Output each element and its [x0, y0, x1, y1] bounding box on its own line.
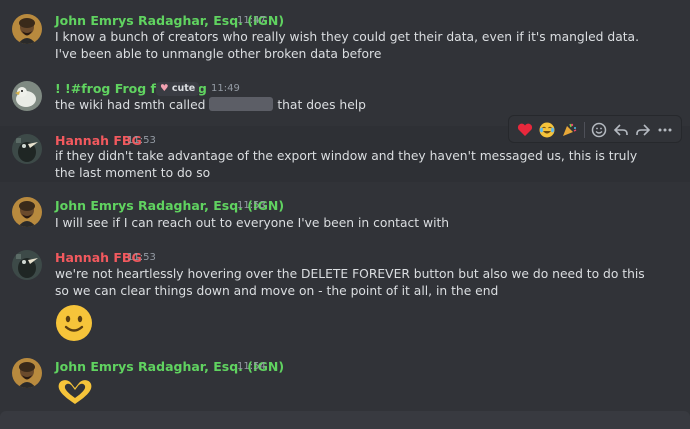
message-text: we're not heartlessly hovering over the …: [55, 267, 645, 298]
heart-hands-icon: [58, 380, 92, 404]
message-2: ! !#frog Frog fan frog ♥ cute 11:49 the …: [0, 76, 690, 120]
avatar-frog[interactable]: [12, 81, 42, 111]
reaction-heart-button[interactable]: [515, 120, 535, 140]
heart-hands-emoji[interactable]: [55, 378, 95, 406]
message-composer[interactable]: [0, 411, 690, 429]
more-icon: [658, 128, 672, 132]
timestamp: 11:54: [237, 361, 266, 372]
reaction-party-button[interactable]: [559, 120, 579, 140]
timestamp: 11:53: [127, 252, 156, 263]
message-1: John Emrys Radaghar, Esq. (IGN) 11:47 I …: [0, 4, 690, 66]
message-text: I know a bunch of creators who really wi…: [55, 30, 640, 61]
message-text: I will see if I can reach out to everyon…: [55, 216, 450, 230]
message-4: John Emrys Radaghar, Esq. (IGN) 11:53 I …: [0, 192, 690, 236]
add-reaction-icon: [591, 122, 607, 138]
message-6: John Emrys Radaghar, Esq. (IGN) 11:54: [0, 352, 690, 410]
avatar-john[interactable]: [12, 358, 42, 388]
avatar-john[interactable]: [12, 197, 42, 227]
avatar-hannah[interactable]: [12, 250, 42, 280]
smile-emoji-icon: [56, 305, 92, 341]
heart-icon: ♥: [160, 83, 169, 94]
timestamp: 11:47: [237, 15, 266, 26]
slightly-smiling-emoji[interactable]: [55, 304, 93, 342]
timestamp: 11:53: [237, 200, 266, 211]
avatar-john[interactable]: [12, 14, 42, 44]
party-popper-icon: [563, 123, 577, 136]
role-tag: ♥ cute: [156, 82, 200, 96]
role-tag-label: cute: [171, 83, 196, 94]
heart-icon: [517, 123, 533, 136]
more-options-button[interactable]: [655, 120, 675, 140]
message-text-after: that does help: [277, 98, 366, 112]
forward-button[interactable]: [633, 120, 653, 140]
reaction-joy-button[interactable]: [537, 120, 557, 140]
avatar-hannah[interactable]: [12, 134, 42, 164]
forward-icon: [636, 124, 651, 136]
timestamp: 11:49: [211, 83, 240, 94]
message-text: if they didn't take advantage of the exp…: [55, 149, 638, 180]
message-text: the wiki had smth called that does help: [55, 97, 655, 114]
add-reaction-button[interactable]: [589, 120, 609, 140]
spoiler-text[interactable]: [209, 97, 274, 111]
timestamp: 11:53: [127, 135, 156, 146]
joy-emoji-icon: [539, 122, 555, 138]
message-text-before: the wiki had smth called: [55, 98, 206, 112]
reply-button[interactable]: [611, 120, 631, 140]
message-5: Hannah FBG 11:53 we're not heartlessly h…: [0, 244, 690, 344]
message-hover-toolbar: [508, 115, 682, 143]
reply-icon: [613, 124, 628, 136]
